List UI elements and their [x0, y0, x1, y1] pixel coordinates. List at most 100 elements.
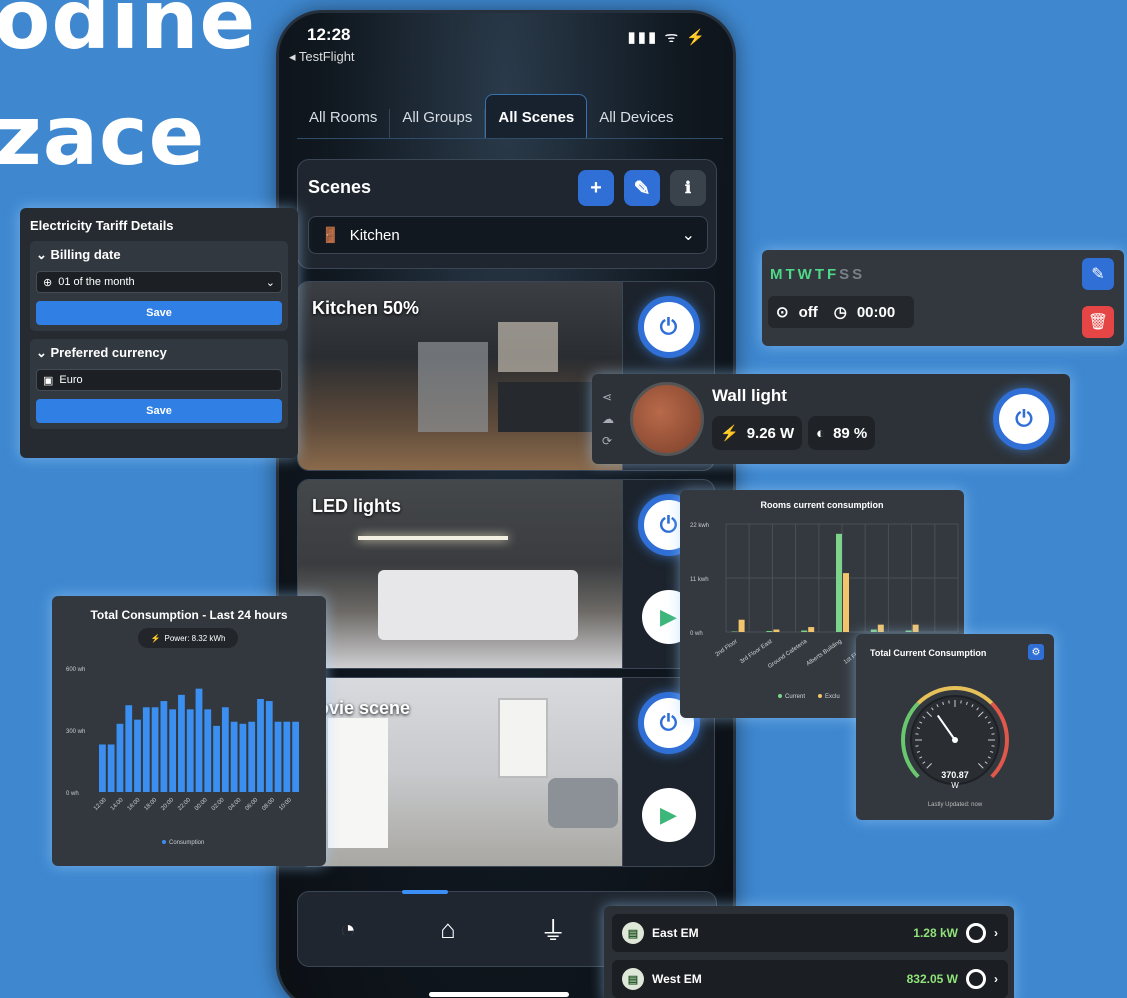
home-icon[interactable]: ⌂ [440, 914, 456, 945]
bar [248, 721, 256, 792]
energy-meter-row[interactable]: ▤ West EM 832.05 W › [612, 960, 1008, 998]
meter-name: West EM [652, 972, 702, 986]
status-time: 12:28 [307, 25, 351, 44]
bar [160, 701, 168, 792]
y-tick-label: 300 wh [66, 729, 85, 735]
power-button[interactable]: ⏻ [993, 388, 1055, 450]
schedule-days: MTWTFSS [770, 266, 865, 283]
scene-label: ovie scene [318, 698, 411, 718]
trash-icon: 🗑 [1087, 314, 1109, 331]
bar [204, 709, 212, 792]
energy-meter-row[interactable]: ▤ East EM 1.28 kW › [612, 914, 1008, 952]
pencil-icon: ✎ [633, 177, 651, 200]
active-tab-indicator [402, 890, 448, 894]
x-tick-label: 20:00 [160, 797, 175, 812]
cloud-icon: ☁ [602, 412, 614, 426]
wall-light-card[interactable]: ⋖ ☁ ⟳ Wall light ⚡ 9.26 W ◐ 89 % ⏻ [592, 374, 1070, 464]
legend-swatch [778, 694, 782, 698]
currency-header[interactable]: ⌄ Preferred currency [36, 345, 282, 361]
tab-all-devices[interactable]: All Devices [587, 109, 685, 138]
x-tick-label: 06:00 [244, 797, 259, 812]
chevron-down-icon: ⌄ [681, 227, 695, 244]
energy-meter-list: ▤ East EM 1.28 kW › ▤ West EM 832.05 W › [604, 906, 1014, 998]
legend-label: Consumption [169, 840, 204, 846]
billing-header[interactable]: ⌄ Billing date [36, 247, 282, 263]
bar-exclu [877, 624, 884, 632]
meter-value: 832.05 W [906, 972, 958, 986]
share-icon: ⋖ [602, 390, 613, 404]
x-tick-label: Alberts Building [806, 639, 844, 668]
chevron-down-icon: ⌄ [36, 247, 51, 262]
meter-icon: ▤ [622, 968, 644, 990]
x-tick-label: 18:00 [143, 797, 158, 812]
room-select[interactable]: 🚪 Kitchen ⌄ [308, 216, 708, 254]
bar [151, 707, 159, 792]
brightness-icon: ◐ [816, 424, 826, 442]
save-button[interactable]: Save [36, 399, 282, 423]
edit-schedule-button[interactable]: ✎ [1082, 258, 1114, 290]
dashboard-gauge-icon[interactable]: ◔ [340, 914, 356, 945]
gauge-updated: Lastly Updated: now [927, 802, 983, 808]
tab-all-scenes[interactable]: All Scenes [485, 94, 588, 138]
scene-card-movie[interactable]: ovie scene ⏻ ▶ [297, 677, 715, 867]
billing-date-select[interactable]: ⊕ 01 of the month ⌄ [36, 271, 282, 293]
x-tick-label: Ground Cafeteria [767, 638, 809, 670]
bar [239, 723, 247, 792]
billing-date-value: 01 of the month [58, 276, 135, 288]
bar-current [905, 630, 912, 632]
bar-exclu [808, 627, 815, 632]
x-tick-label: 12:00 [93, 797, 108, 812]
bar [178, 694, 185, 792]
back-to-testflight[interactable]: ◂ TestFlight [289, 49, 355, 65]
bar-current [870, 629, 877, 632]
x-tick-label: 16:00 [127, 797, 142, 812]
bar [107, 744, 115, 792]
status-icons: ▮▮▮ ᯤ ⚡ [627, 29, 707, 46]
brightness-reading: ◐ 89 % [808, 416, 876, 450]
delete-schedule-button[interactable]: 🗑 [1082, 306, 1114, 338]
info-button[interactable]: ℹ [670, 170, 706, 206]
schedule-off-label: off [798, 303, 818, 321]
scene-card-led[interactable]: LED lights ⏻ ▶ [297, 479, 715, 669]
pencil-icon: ✎ [1091, 266, 1105, 283]
save-button[interactable]: Save [36, 301, 282, 325]
schedule-time: 00:00 [856, 303, 896, 321]
bar-current [801, 630, 808, 632]
x-tick-label: 08:00 [261, 797, 276, 812]
plus-icon: + [590, 176, 602, 199]
meter-name: East EM [652, 926, 699, 940]
globe-icon: ⊕ [43, 276, 53, 289]
scene-label: Kitchen 50% [312, 298, 420, 318]
bar [230, 721, 238, 792]
bar-exclu [912, 624, 919, 632]
gauge [901, 686, 1009, 785]
billing-label: Billing date [50, 247, 121, 262]
home-indicator [429, 992, 569, 997]
power-button[interactable]: ⏻ [637, 296, 700, 358]
bar [116, 723, 124, 792]
tab-all-groups[interactable]: All Groups [390, 109, 486, 138]
edit-scenes-button[interactable]: ✎ [624, 170, 660, 206]
legend-swatch [818, 694, 822, 698]
add-scene-button[interactable]: + [578, 170, 614, 206]
x-tick-label: 02:00 [211, 797, 226, 812]
door-icon: 🚪 [321, 227, 340, 244]
x-tick-label: 3rd Floor East [739, 639, 774, 666]
scenes-card: Scenes + ✎ ℹ 🚪 Kitchen ⌄ [297, 159, 717, 269]
headline-line-2: zace [0, 89, 206, 184]
ring-icon [966, 923, 986, 943]
info-icon: ℹ [684, 180, 692, 197]
tab-all-rooms[interactable]: All Rooms [297, 109, 391, 138]
currency-select[interactable]: ▣ Euro [36, 369, 282, 391]
gauge-card: Total Current Consumption ⚙ 370.87 W Las… [856, 634, 1054, 820]
wall-light-title: Wall light [712, 386, 787, 405]
tariff-card: Electricity Tariff Details ⌄ Billing dat… [20, 208, 298, 458]
brightness-value: 89 % [833, 424, 868, 442]
x-tick-label: 04:00 [228, 797, 243, 812]
plug-icon[interactable]: ⏚ [540, 911, 566, 948]
bolt-icon: ⚡ [720, 425, 739, 442]
currency-label: Preferred currency [50, 345, 167, 360]
legend-label: Current [785, 694, 805, 700]
room-select-value: Kitchen [349, 226, 400, 244]
play-button[interactable]: ▶ [641, 788, 696, 842]
